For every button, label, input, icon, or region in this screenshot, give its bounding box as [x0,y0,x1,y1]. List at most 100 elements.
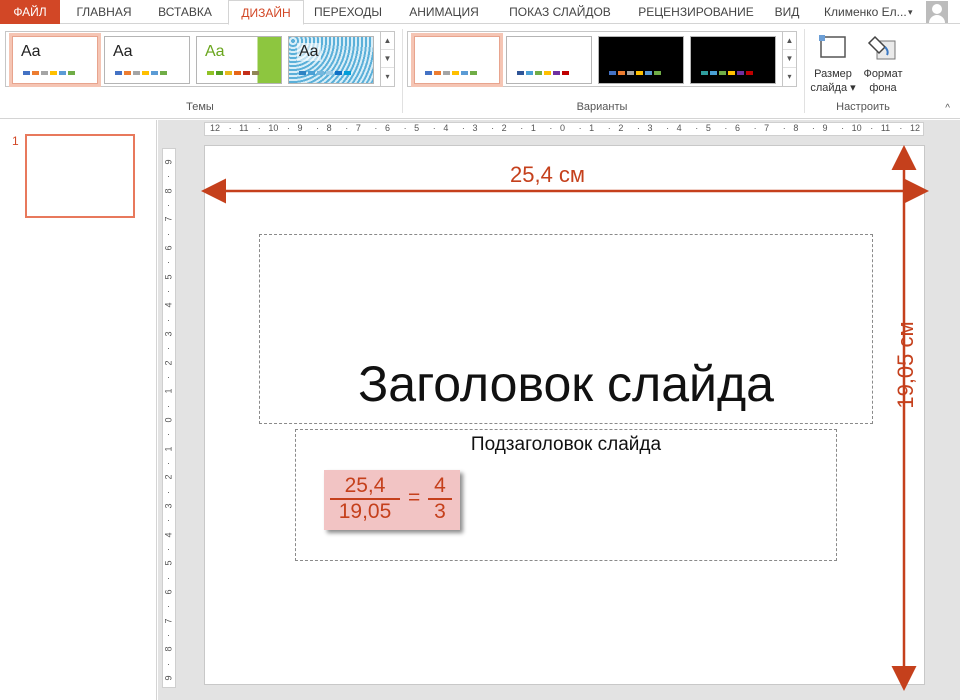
ruler-tick: · [257,123,261,133]
fraction-numerator: 25,4 [344,474,386,497]
format-background-button[interactable]: Формат фона [858,29,908,95]
fraction-denominator: 19,05 [330,498,400,524]
ruler-tick-label: 0 [560,123,566,133]
tab-file[interactable]: ФАЙЛ [0,0,60,24]
fraction-denominator: 3 [428,498,452,524]
ruler-tick: · [316,123,320,133]
variant-3[interactable] [598,36,684,84]
user-icon-body [929,15,945,23]
slide-editor: 12 · 11 · 10 · 9 · 8 · 7 · 6 · 5 · 4 · 3 · 2 · 1 · 0 · 1 · 2 · 3 · 4 · 5 · 6… [158,120,960,700]
scroll-down-icon[interactable]: ▼ [783,50,796,68]
ruler-tick-label: 7 [163,216,174,222]
subtitle-placeholder[interactable]: Подзаголовок слайда 25,4 19,05 = 4 3 [295,429,837,561]
ruler-tick-label: 2 [163,360,174,366]
ruler-tick: · [167,286,170,296]
ruler-tick-label: 1 [163,388,174,394]
tab-insert[interactable]: ВСТАВКА [146,0,224,24]
ruler-tick-label: 10 [851,123,862,133]
ruler-tick: · [167,630,170,640]
ruler-tick: · [167,429,170,440]
theme-color-bar [115,71,167,75]
ruler-tick: · [374,123,378,133]
theme-office[interactable]: Aa [9,33,101,87]
ruler-tick: · [167,601,170,612]
ruler-tick: · [167,228,170,239]
tab-slideshow[interactable]: ПОКАЗ СЛАЙДОВ [498,0,622,24]
variant-color-bar [517,71,569,75]
avatar[interactable] [926,1,948,23]
theme-color-bar [299,71,351,75]
ruler-tick-label: 8 [326,123,332,133]
tab-review[interactable]: РЕЦЕНЗИРОВАНИЕ [628,0,764,24]
ruler-tick-label: 12 [210,123,221,133]
more-icon[interactable]: ▾ [783,68,796,86]
ruler-tick-label: 8 [163,188,174,194]
ruler-tick-label: 7 [163,618,174,624]
ruler-tick: · [167,314,170,325]
ruler-tick-label: 4 [443,123,449,133]
ruler-tick: · [228,123,232,133]
theme-facet[interactable]: Aa [196,36,282,84]
scroll-up-icon[interactable]: ▲ [381,32,394,50]
slide-size-button[interactable]: Размер слайда ▾ [808,29,858,95]
slide-number: 1 [12,134,19,148]
variant-1[interactable] [411,33,503,87]
collapse-ribbon-icon[interactable]: ^ [945,103,950,114]
slide-canvas[interactable]: Заголовок слайда Подзаголовок слайда 25,… [204,145,925,685]
theme-color-bar [23,71,75,75]
ruler-tick-label: 9 [163,159,174,165]
ruler-tick: · [461,123,465,133]
theme-pattern[interactable]: Aa [288,36,374,84]
tab-home[interactable]: ГЛАВНАЯ [64,0,144,24]
user-name[interactable]: Клименко Ел... [824,0,907,24]
slide-subtitle[interactable]: Подзаголовок слайда [296,434,836,456]
ruler-tick: · [520,123,524,133]
ruler-tick: · [870,123,874,133]
tab-transitions[interactable]: ПЕРЕХОДЫ [306,0,390,24]
width-label: 25,4 см [510,162,586,187]
slides-pane: 1 [0,120,157,700]
ruler-tick-label: 1 [163,446,174,452]
themes-scroller[interactable]: ▲ ▼ ▾ [380,32,394,86]
ruler-tick: · [432,123,436,133]
slide-size-label-1: Размер [814,68,852,80]
equals-sign: = [408,486,421,509]
ruler-tick-label: 6 [163,589,174,595]
tab-animation[interactable]: АНИМАЦИЯ [396,0,492,24]
scroll-up-icon[interactable]: ▲ [783,32,796,50]
ruler-tick: · [167,515,170,526]
variant-2[interactable] [506,36,592,84]
tab-view[interactable]: ВИД [768,0,806,24]
variant-4[interactable] [690,36,776,84]
ruler-tick-label: 12 [910,123,921,133]
ruler-tick: · [167,458,170,468]
variants-group-label: Варианты [576,101,628,113]
ruler-tick-label: 3 [163,503,174,509]
variants-scroller[interactable]: ▲ ▼ ▾ [782,32,796,86]
ruler-tick-label: 10 [268,123,279,133]
ruler-tick: · [811,123,815,133]
ruler-tick-label: 9 [163,675,174,681]
slide-title[interactable]: Заголовок слайда [260,355,872,413]
ruler-tick-label: 5 [705,123,711,133]
ruler-tick: · [841,123,845,133]
title-placeholder[interactable]: Заголовок слайда [259,234,873,424]
ruler-tick-label: 9 [297,123,303,133]
tab-design[interactable]: ДИЗАЙН [228,0,304,25]
ruler-tick-label: 7 [764,123,770,133]
ribbon-design: Aa Aa Aa Aa ▲ ▼ ▾ Темы ▲ ▼ ▾ Варианты Ра… [0,25,960,119]
slide-thumbnail[interactable] [25,134,135,218]
ruler-tick-label: 6 [385,123,391,133]
themes-group-label: Темы [186,101,214,113]
height-label: 19,05 см [893,321,918,409]
theme-office-2[interactable]: Aa [104,36,190,84]
ruler-tick-label: 8 [163,646,174,652]
fraction-right: 4 3 [428,474,452,524]
more-icon[interactable]: ▾ [381,68,394,86]
themes-gallery: Aa Aa Aa Aa ▲ ▼ ▾ [5,31,395,87]
chevron-down-icon[interactable]: ▾ [908,0,913,24]
aspect-ratio-formula: 25,4 19,05 = 4 3 [324,470,460,530]
ruler-tick: · [403,123,407,133]
scroll-down-icon[interactable]: ▼ [381,50,394,68]
ruler-tick: · [167,400,170,411]
